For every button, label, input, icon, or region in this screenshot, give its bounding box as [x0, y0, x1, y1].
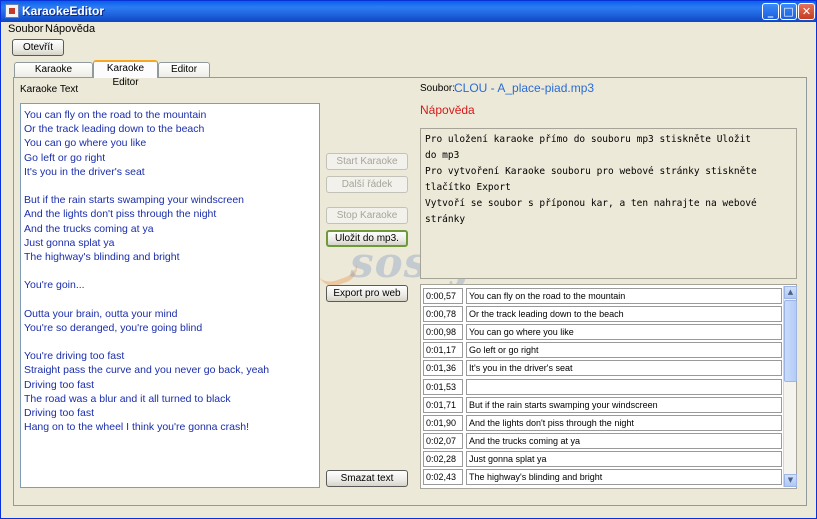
title-bar[interactable]: KaraokeEditor _ □ ✕	[1, 1, 816, 22]
lyric-line	[24, 179, 319, 193]
lyric-line: You're driving too fast	[24, 350, 125, 363]
lyric-line: Just gonna splat ya	[24, 236, 115, 249]
timing-cell[interactable]: 0:00,98	[423, 324, 463, 341]
timing-cell[interactable]: 0:01,36	[423, 360, 463, 377]
table-row[interactable]: 0:02,07 And the trucks coming at ya	[423, 432, 782, 449]
close-icon[interactable]: ✕	[798, 3, 815, 20]
lyric-line: And the lights don't piss through the ni…	[24, 208, 217, 221]
lyric-line: Outta your brain, outta your mind	[24, 307, 178, 320]
lyric-line: Driving too fast	[24, 406, 95, 419]
help-text-area: Pro uložení karaoke přímo do souboru mp3…	[420, 128, 797, 279]
lyric-line	[24, 264, 319, 278]
save-mp3-button[interactable]: Uložit do mp3.	[326, 230, 408, 247]
lyric-line: You're so deranged, you're going blind	[24, 321, 203, 334]
next-line-button[interactable]: Další řádek	[326, 176, 408, 193]
lyric-line: It's you in the driver's seat	[24, 165, 145, 178]
line-text-cell[interactable]: And the lights don't piss through the ni…	[466, 414, 782, 431]
lyric-line: Straight pass the curve and you never go…	[24, 364, 270, 377]
line-text-cell[interactable]: The highway's blinding and bright	[466, 469, 782, 485]
table-row[interactable]: 0:01,36 It's you in the driver's seat	[423, 360, 782, 377]
line-text-cell[interactable]: You can go where you like	[466, 324, 782, 341]
help-line: Pro uložení karaoke přímo do souboru mp3…	[425, 134, 752, 145]
help-line: tlačítko Export	[425, 182, 511, 193]
help-lines: Pro uložení karaoke přímo do souboru mp3…	[425, 132, 792, 228]
lyric-line: The road was a blur and it all turned to…	[24, 392, 231, 405]
lyric-line: The highway's blinding and bright	[24, 250, 180, 263]
help-line: Vytvoří se soubor s příponou kar, a ten …	[425, 198, 757, 209]
lyric-line: And the trucks coming at ya	[24, 222, 154, 235]
timing-cell[interactable]: 0:00,78	[423, 306, 463, 323]
line-text-cell[interactable]	[466, 378, 782, 395]
lyric-line: Hang on to the wheel I think you're gonn…	[24, 421, 249, 434]
table-row[interactable]: 0:01,71 But if the rain starts swamping y…	[423, 396, 782, 413]
lyrics-textarea[interactable]: You can fly on the road to the mountain O…	[20, 103, 320, 488]
lyric-line: You can go where you like	[24, 137, 147, 150]
lyric-line: Go left or go right	[24, 151, 106, 164]
timing-cell[interactable]: 0:00,57	[423, 288, 463, 304]
help-line: do mp3	[425, 150, 460, 161]
scroll-up-icon[interactable]: ▲	[784, 286, 797, 299]
karaoke-text-label: Karaoke Text	[20, 84, 79, 95]
lyric-line: Driving too fast	[24, 378, 95, 391]
stop-karaoke-button[interactable]: Stop Karaoke	[326, 207, 408, 224]
menu-soubor[interactable]: Soubor	[8, 23, 43, 35]
lyric-line: But if the rain starts swamping your win…	[24, 194, 245, 207]
start-karaoke-button[interactable]: Start Karaoke	[326, 153, 408, 170]
file-label: Soubor:	[420, 83, 456, 94]
scroll-down-icon[interactable]: ▼	[784, 474, 797, 487]
timing-table: 0:00,57 You can fly on the road to the mo…	[420, 284, 797, 489]
line-text-cell[interactable]: Or the track leading down to the beach	[466, 306, 782, 323]
lyrics-lines: You can fly on the road to the mountain O…	[24, 108, 319, 433]
help-line: Pro vytvoření Karaoke souboru pro webové…	[425, 166, 757, 177]
timing-cell[interactable]: 0:01,71	[423, 396, 463, 413]
table-row[interactable]: 0:02,28 Just gonna splat ya	[423, 450, 782, 467]
lyric-line: Or the track leading down to the beach	[24, 123, 205, 136]
line-text-cell[interactable]: You can fly on the road to the mountain	[466, 288, 782, 304]
file-name: CLOU - A_place-piad.mp3	[454, 81, 595, 95]
lyric-line: You can fly on the road to the mountain	[24, 109, 207, 121]
table-row[interactable]: 0:01,53	[423, 378, 782, 395]
line-text-cell[interactable]: But if the rain starts swamping your win…	[466, 396, 782, 413]
tab-karaoke-player[interactable]: Karaoke přehrávač	[14, 62, 93, 89]
maximize-icon[interactable]: □	[780, 3, 797, 20]
minimize-icon[interactable]: _	[762, 3, 779, 20]
lyric-line: You're goin...	[24, 279, 85, 292]
line-text-cell[interactable]: Go left or go right	[466, 342, 782, 359]
table-row[interactable]: 0:00,98 You can go where you like	[423, 324, 782, 341]
tab-karaoke-editor[interactable]: Karaoke Editor	[93, 60, 158, 88]
tab-tag-editor[interactable]: Editor Tagů	[158, 62, 210, 89]
app-icon	[5, 4, 19, 18]
menu-napoveda[interactable]: Nápověda	[45, 23, 95, 35]
lyric-line	[24, 292, 319, 306]
menu-bar: Soubor Nápověda	[2, 22, 815, 36]
timing-cell[interactable]: 0:02,28	[423, 450, 463, 467]
timing-cell[interactable]: 0:01,53	[423, 378, 463, 395]
open-button[interactable]: Otevřít	[12, 39, 64, 56]
timing-scrollbar[interactable]: ▲ ▼	[783, 286, 797, 487]
table-row[interactable]: 0:00,57 You can fly on the road to the mo…	[423, 288, 782, 304]
help-link[interactable]: Nápověda	[420, 103, 475, 117]
timing-cell[interactable]: 0:02,07	[423, 432, 463, 449]
line-text-cell[interactable]: And the trucks coming at ya	[466, 432, 782, 449]
timing-cell[interactable]: 0:02,43	[423, 469, 463, 485]
table-row[interactable]: 0:01,90 And the lights don't piss through…	[423, 414, 782, 431]
table-row[interactable]: 0:01,17 Go left or go right	[423, 342, 782, 359]
scroll-thumb[interactable]	[784, 300, 797, 382]
lyric-line	[24, 335, 319, 349]
table-row[interactable]: 0:00,78 Or the track leading down to the …	[423, 306, 782, 323]
window-title: KaraokeEditor	[22, 4, 105, 18]
timing-cell[interactable]: 0:01,90	[423, 414, 463, 431]
clear-text-button[interactable]: Smazat text	[326, 470, 408, 487]
help-line: stránky	[425, 214, 466, 225]
line-text-cell[interactable]: Just gonna splat ya	[466, 450, 782, 467]
timing-cell[interactable]: 0:01,17	[423, 342, 463, 359]
line-text-cell[interactable]: It's you in the driver's seat	[466, 360, 782, 377]
table-row[interactable]: 0:02,43 The highway's blinding and bright	[423, 469, 782, 485]
export-web-button[interactable]: Export pro web	[326, 285, 408, 302]
